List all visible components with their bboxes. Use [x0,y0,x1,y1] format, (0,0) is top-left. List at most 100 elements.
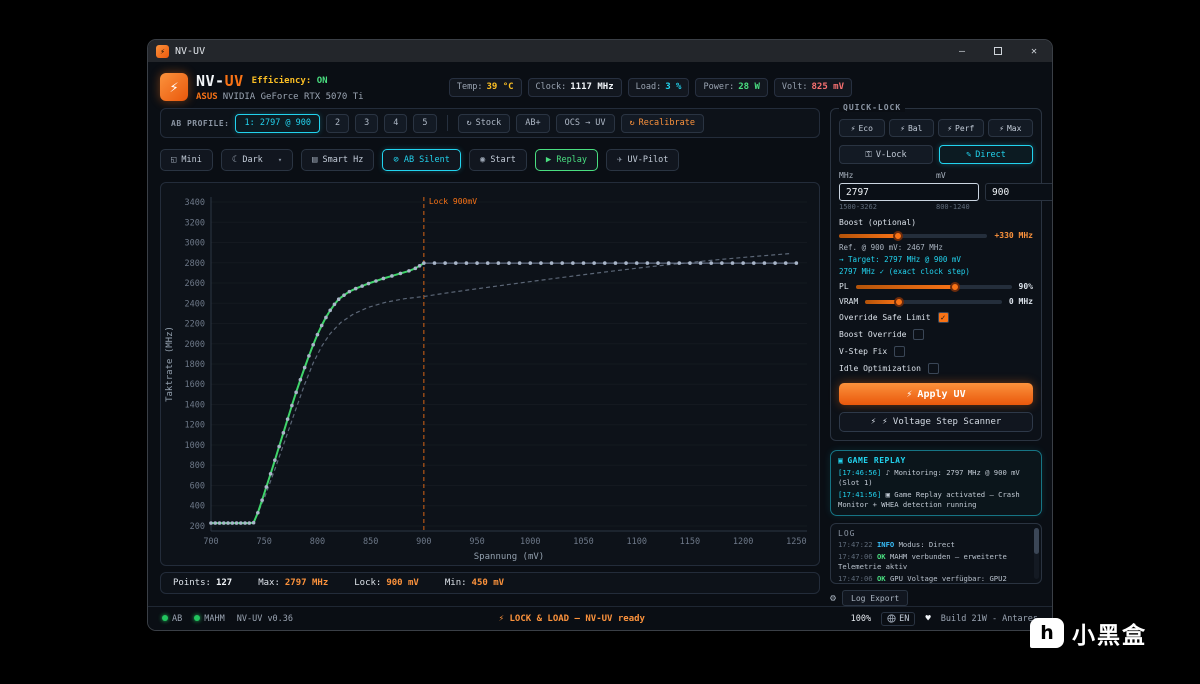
preset-eco-button[interactable]: ⚡ Eco [839,119,885,137]
ab-status: AB [162,614,182,624]
mini-window-icon: ◱ [171,155,177,165]
svg-text:1150: 1150 [680,537,700,547]
voltage-step-scanner-button[interactable]: ⚡ ⚡ Voltage Step Scanner [839,412,1033,432]
mhz-input[interactable] [839,183,979,201]
pl-slider[interactable] [855,281,1012,292]
window-title: NV-UV [175,45,206,57]
svg-text:400: 400 [190,502,205,512]
moon-icon: ☾ [231,155,238,165]
lightning-icon: ⚡ [947,123,953,133]
heart-icon[interactable]: ♥ [925,614,930,624]
vf-curve-chart[interactable]: 3400 3200 3000 2800 2600 2400 2200 2000 1800 1600… [161,183,819,565]
replay-button[interactable]: ▶ Replay [534,149,599,171]
profile-slot-5[interactable]: 5 [413,113,437,133]
vram-slider[interactable] [865,296,1002,307]
lightning-icon: ⚡ [906,388,913,400]
stock-button[interactable]: ↻ Stock [457,113,511,133]
mute-icon: ⊘ [393,155,399,165]
slider-handle[interactable] [893,230,904,241]
version-label: NV-UV v0.36 [236,613,294,624]
slider-handle[interactable] [894,296,905,307]
desktop-background: ⚡ NV-UV – ✕ ⚡ NV-UV Efficiency: ON ASUS N… [0,0,1200,684]
lock-icon: ⚿ [865,149,872,160]
chevron-down-icon: ▾ [277,156,283,164]
nvuv-window: ⚡ NV-UV – ✕ ⚡ NV-UV Efficiency: ON ASUS N… [148,40,1052,630]
v-lock-button[interactable]: ⚿ V-Lock [839,145,933,164]
gear-icon: ⚙ [830,592,837,604]
clock-pill: Clock: 1117 MHz [527,77,622,97]
maximize-icon [994,47,1002,55]
override-safe-limit-checkbox[interactable]: ✓ [937,312,949,323]
svg-text:1200: 1200 [185,421,205,431]
svg-text:1000: 1000 [520,537,540,547]
profile-slot-2[interactable]: 2 [326,113,350,133]
ab-silent-button[interactable]: ⊘ AB Silent [382,149,461,171]
stats-pills: Temp: 39 °C Clock: 1117 MHz Load: 3 % Power… [448,77,852,97]
target-line: → Target: 2797 MHz @ 900 mV [839,255,961,264]
preset-max-button[interactable]: ⚡ Max [987,119,1033,137]
svg-text:2400: 2400 [185,299,205,309]
profile-slot-3[interactable]: 3 [355,113,379,133]
language-badge[interactable]: EN [881,611,916,626]
load-pill: Load: 3 % [627,77,690,97]
idle-optimization-checkbox[interactable] [927,363,939,374]
smart-hz-button[interactable]: ▤ Smart Hz [301,149,375,171]
v-step-fix-checkbox[interactable] [894,346,906,357]
scrollbar-thumb[interactable] [1034,527,1039,554]
recalibrate-button[interactable]: ↻ Recalibrate [620,113,704,133]
boost-label: Boost (optional) [839,218,917,227]
maximize-button[interactable] [980,40,1016,62]
profile-bar: AB PROFILE: 1: 2797 @ 900 2 3 4 5 ↻ Stock… [160,108,820,138]
log-panel: LOG 17:47:22 INFO Modus: Direct 17:47:06… [830,522,1042,584]
ab-plus-button[interactable]: AB+ [516,113,550,133]
gpu-subtitle: ASUS NVIDIA GeForce RTX 5070 Ti [196,92,364,102]
svg-text:1000: 1000 [185,441,205,451]
profile-slot-1[interactable]: 1: 2797 @ 900 [235,113,321,133]
pencil-icon: ✎ [966,149,972,160]
pl-value: 90% [1018,282,1033,291]
quick-lock-panel: QUICK-LOCK ⚡ Eco ⚡ Bal ⚡ Perf ⚡ Max ⚿ V-Lock … [830,103,1052,441]
game-replay-title: GAME REPLAY [847,456,906,465]
clock-step-line: 2797 MHz ✓ (exact clock step) [839,267,970,276]
globe-icon [887,614,896,623]
svg-text:800: 800 [310,537,325,547]
lock-voltage: Lock: 900 mV [354,578,419,588]
uv-pilot-button[interactable]: ✈ UV-Pilot [606,149,680,171]
lightning-icon: ⚡ [999,123,1004,133]
direct-button[interactable]: ✎ Direct [939,145,1033,164]
svg-text:1100: 1100 [626,537,646,547]
ocs-to-uv-button[interactable]: OCS → UV [555,113,615,133]
start-button[interactable]: ◉ Start [468,149,527,171]
slider-handle[interactable] [950,281,961,292]
mv-input[interactable] [985,183,1052,201]
preset-bal-button[interactable]: ⚡ Bal [888,119,934,137]
lightning-icon: ⚡ [870,417,877,427]
minimize-button[interactable]: – [944,40,980,62]
svg-text:1250: 1250 [786,537,806,547]
title-bar[interactable]: ⚡ NV-UV – ✕ [148,40,1052,62]
log-entry: 17:47:22 INFO Modus: Direct [838,539,955,549]
close-button[interactable]: ✕ [1016,40,1052,62]
app-logo: ⚡ [160,73,188,101]
replay-log-line: [17:46:56] ♪ Monitoring: 2797 MHz @ 900 … [838,468,1020,487]
preset-perf-button[interactable]: ⚡ Perf [938,119,984,137]
svg-text:Taktrate (MHz): Taktrate (MHz) [165,326,175,402]
boost-override-checkbox[interactable] [913,329,925,340]
apply-uv-button[interactable]: ⚡ Apply UV [839,383,1033,405]
profile-slot-4[interactable]: 4 [384,113,408,133]
refresh-icon: ↻ [466,118,472,128]
mini-button[interactable]: ◱ Mini [160,149,213,171]
svg-text:3200: 3200 [185,218,205,228]
game-replay-panel: ▣ GAME REPLAY [17:46:56] ♪ Monitoring: 27… [830,450,1042,516]
watermark: h 小黑盒 [1030,616,1147,650]
svg-text:800: 800 [190,461,205,471]
log-export-button[interactable]: Log Export [842,590,909,606]
svg-text:3000: 3000 [185,239,205,249]
log-scrollbar[interactable] [1034,527,1039,579]
theme-dropdown[interactable]: ☾ Dark ▾ [220,149,294,171]
mhz-range: 1500-3262 [839,203,877,211]
status-bar: AB MAHM NV-UV v0.36 ⚡ LOCK & LOAD — NV-U… [148,606,1052,630]
vf-curve-panel: 3400 3200 3000 2800 2600 2400 2200 2000 1800 1600… [160,182,820,566]
boost-slider[interactable] [839,230,988,241]
vram-value: 0 MHz [1008,297,1033,306]
